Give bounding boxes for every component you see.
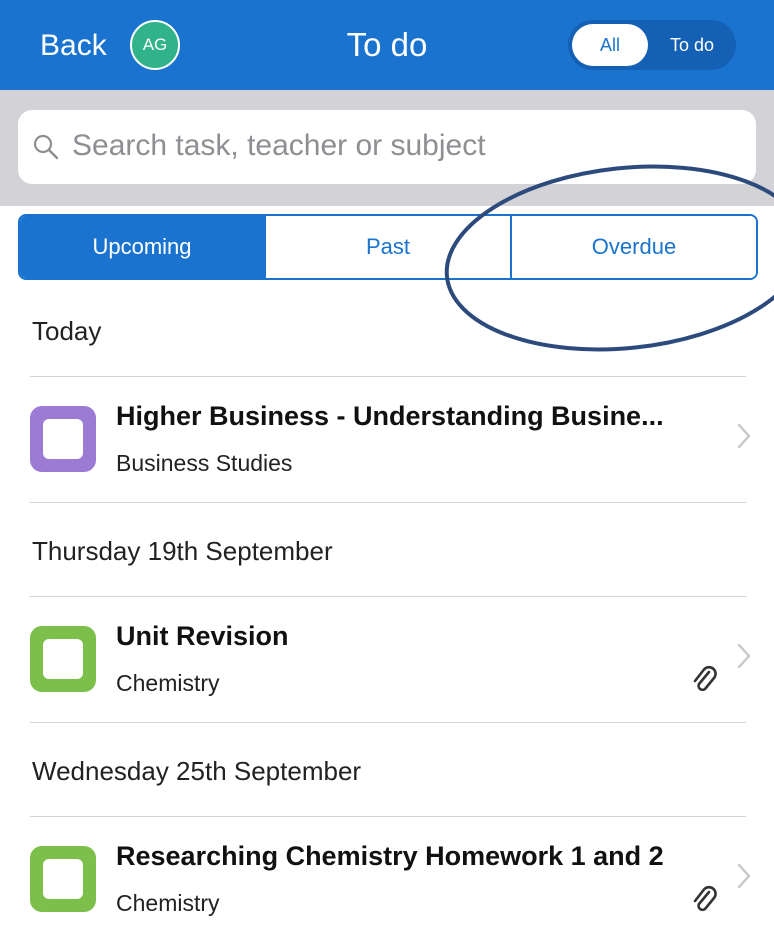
divider bbox=[30, 502, 746, 503]
tab-overdue[interactable]: Overdue bbox=[510, 216, 756, 278]
search-placeholder: Search task, teacher or subject bbox=[72, 129, 486, 162]
task-row[interactable]: Unit Revision Chemistry bbox=[0, 598, 774, 718]
search-icon bbox=[33, 134, 59, 160]
tab-past[interactable]: Past bbox=[264, 216, 510, 278]
task-title: Higher Business - Understanding Busine..… bbox=[116, 401, 664, 431]
toggle-to-do[interactable]: To do bbox=[652, 24, 732, 66]
task-subject: Business Studies bbox=[116, 450, 293, 476]
view-toggle: All To do bbox=[568, 20, 736, 70]
divider bbox=[30, 816, 746, 817]
task-row[interactable]: Researching Chemistry Homework 1 and 2 C… bbox=[0, 818, 774, 938]
back-button[interactable]: Back bbox=[40, 24, 107, 68]
avatar[interactable]: AG bbox=[130, 20, 180, 70]
filter-tabs: Upcoming Past Overdue bbox=[18, 214, 758, 280]
subject-color-swatch bbox=[30, 626, 96, 692]
toggle-all[interactable]: All bbox=[572, 24, 648, 66]
section-header: Today bbox=[32, 316, 102, 346]
divider bbox=[30, 722, 746, 723]
tab-upcoming[interactable]: Upcoming bbox=[20, 216, 264, 278]
search-bar: Search task, teacher or subject bbox=[0, 90, 774, 206]
task-subject: Chemistry bbox=[116, 890, 220, 916]
task-row[interactable]: Higher Business - Understanding Busine..… bbox=[0, 378, 774, 498]
task-title: Unit Revision bbox=[116, 621, 289, 651]
divider bbox=[30, 376, 746, 377]
search-input[interactable]: Search task, teacher or subject bbox=[18, 110, 756, 184]
section-header: Thursday 19th September bbox=[32, 536, 333, 566]
nav-bar: Back AG To do All To do bbox=[0, 0, 774, 90]
paperclip-icon bbox=[693, 665, 717, 692]
subject-color-swatch bbox=[30, 846, 96, 912]
section-header: Wednesday 25th September bbox=[32, 756, 362, 786]
chevron-right-icon bbox=[737, 643, 751, 669]
chevron-right-icon bbox=[737, 863, 751, 889]
paperclip-icon bbox=[693, 885, 717, 912]
chevron-right-icon bbox=[737, 423, 751, 449]
task-subject: Chemistry bbox=[116, 670, 220, 696]
divider bbox=[30, 596, 746, 597]
task-title: Researching Chemistry Homework 1 and 2 bbox=[116, 841, 664, 871]
subject-color-swatch bbox=[30, 406, 96, 472]
